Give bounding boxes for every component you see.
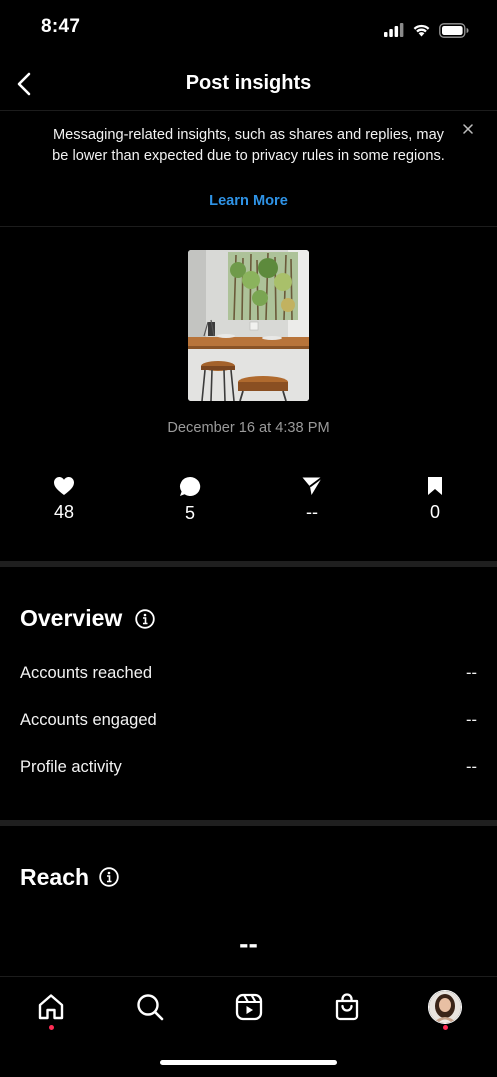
likes-count: 48 — [53, 502, 75, 522]
share-send-icon — [302, 476, 323, 495]
overview-title: Overview — [20, 605, 123, 631]
home-icon — [38, 994, 64, 1020]
privacy-banner-message: Messaging-related insights, such as shar… — [52, 127, 445, 164]
tab-shop[interactable] — [329, 989, 365, 1025]
wifi-icon — [413, 24, 430, 37]
status-time: 8:47 — [41, 16, 81, 37]
saves-stat: 0 — [395, 476, 475, 523]
learn-more-link[interactable]: Learn More — [0, 193, 497, 209]
profile-avatar — [428, 990, 462, 1024]
cellular-signal-icon — [384, 23, 404, 37]
page-title: Post insights — [185, 72, 312, 94]
battery-icon — [439, 22, 469, 38]
profile-notification-dot — [442, 1025, 448, 1030]
post-date: December 16 at 4:38 PM — [167, 420, 330, 436]
status-icons — [384, 20, 469, 40]
tab-home[interactable] — [33, 989, 69, 1025]
likes-stat: 48 — [24, 476, 104, 523]
search-icon — [137, 994, 164, 1021]
banner-divider — [0, 226, 497, 227]
saves-count: 0 — [429, 502, 440, 522]
profile-activity-label[interactable]: Profile activity — [20, 758, 122, 777]
overview-info-button[interactable] — [135, 609, 155, 629]
comment-icon — [180, 476, 201, 496]
reels-icon — [235, 993, 263, 1021]
home-notification-dot — [48, 1025, 54, 1030]
profile-activity-value: -- — [466, 758, 477, 776]
shares-count: -- — [306, 502, 318, 522]
reach-info-button[interactable] — [99, 867, 119, 887]
accounts-engaged-value: -- — [466, 711, 477, 729]
close-icon — [463, 124, 473, 134]
info-icon — [99, 867, 119, 887]
comments-stat: 5 — [150, 476, 230, 524]
shares-stat: -- — [272, 476, 352, 523]
accounts-reached-label[interactable]: Accounts reached — [20, 664, 152, 683]
header-divider — [0, 110, 497, 111]
reach-value: -- — [239, 928, 258, 959]
info-icon — [135, 609, 155, 629]
accounts-reached-value: -- — [466, 664, 477, 682]
bookmark-icon — [428, 477, 442, 495]
accounts-engaged-label[interactable]: Accounts engaged — [20, 711, 157, 730]
home-indicator — [160, 1060, 337, 1065]
tab-search[interactable] — [132, 989, 168, 1025]
post-thumbnail[interactable] — [188, 250, 309, 401]
heart-icon — [54, 477, 74, 495]
close-banner-button[interactable] — [461, 122, 475, 136]
comments-count: 5 — [184, 503, 195, 523]
shop-bag-icon — [335, 993, 359, 1021]
reach-title: Reach — [20, 864, 90, 890]
section-divider — [0, 561, 497, 567]
section-divider — [0, 820, 497, 826]
tab-reels[interactable] — [231, 989, 267, 1025]
tab-profile[interactable] — [427, 989, 463, 1025]
